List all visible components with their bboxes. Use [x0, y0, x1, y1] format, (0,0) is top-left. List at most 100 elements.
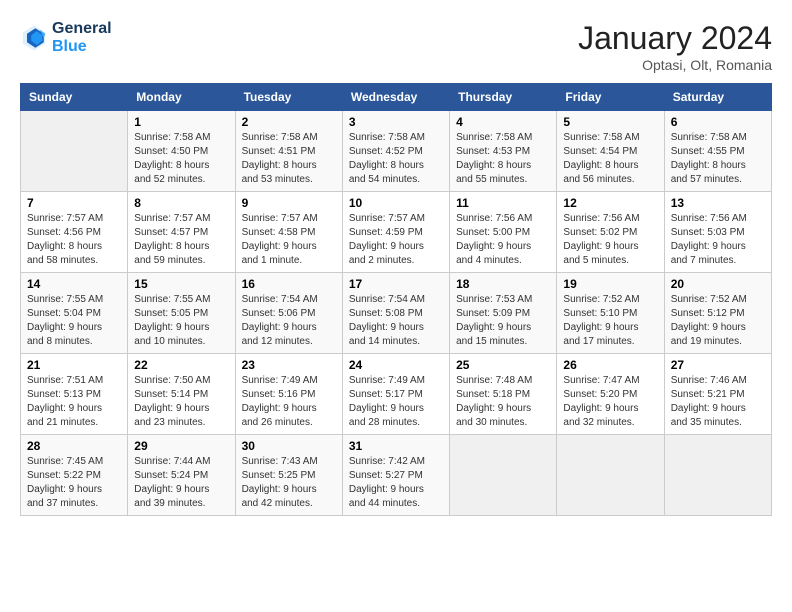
calendar-week-row: 28 Sunrise: 7:45 AM Sunset: 5:22 PM Dayl…	[21, 435, 772, 516]
daylight-text: Daylight: 9 hours and 28 minutes.	[349, 402, 443, 430]
sunrise-text: Sunrise: 7:58 AM	[671, 131, 765, 145]
sunrise-text: Sunrise: 7:58 AM	[456, 131, 550, 145]
daylight-text: Daylight: 9 hours and 32 minutes.	[563, 402, 657, 430]
logo: General Blue	[20, 20, 112, 56]
calendar-cell: 1 Sunrise: 7:58 AM Sunset: 4:50 PM Dayli…	[128, 111, 235, 192]
calendar-cell: 24 Sunrise: 7:49 AM Sunset: 5:17 PM Dayl…	[342, 354, 449, 435]
calendar-cell	[21, 111, 128, 192]
day-number: 16	[242, 277, 336, 291]
calendar-cell: 21 Sunrise: 7:51 AM Sunset: 5:13 PM Dayl…	[21, 354, 128, 435]
calendar-table: SundayMondayTuesdayWednesdayThursdayFrid…	[20, 83, 772, 516]
day-info: Sunrise: 7:58 AM Sunset: 4:53 PM Dayligh…	[456, 131, 550, 187]
sunrise-text: Sunrise: 7:58 AM	[349, 131, 443, 145]
sunset-text: Sunset: 5:18 PM	[456, 388, 550, 402]
day-number: 11	[456, 196, 550, 210]
sunset-text: Sunset: 5:03 PM	[671, 226, 765, 240]
sunset-text: Sunset: 4:58 PM	[242, 226, 336, 240]
sunset-text: Sunset: 5:06 PM	[242, 307, 336, 321]
calendar-cell: 13 Sunrise: 7:56 AM Sunset: 5:03 PM Dayl…	[664, 192, 771, 273]
sunset-text: Sunset: 5:24 PM	[134, 469, 228, 483]
calendar-week-row: 1 Sunrise: 7:58 AM Sunset: 4:50 PM Dayli…	[21, 111, 772, 192]
calendar-cell: 30 Sunrise: 7:43 AM Sunset: 5:25 PM Dayl…	[235, 435, 342, 516]
day-number: 13	[671, 196, 765, 210]
day-info: Sunrise: 7:56 AM Sunset: 5:00 PM Dayligh…	[456, 212, 550, 268]
calendar-cell: 14 Sunrise: 7:55 AM Sunset: 5:04 PM Dayl…	[21, 273, 128, 354]
sunset-text: Sunset: 5:04 PM	[27, 307, 121, 321]
logo-text: General Blue	[52, 20, 112, 56]
sunset-text: Sunset: 5:25 PM	[242, 469, 336, 483]
daylight-text: Daylight: 9 hours and 10 minutes.	[134, 321, 228, 349]
sunset-text: Sunset: 4:51 PM	[242, 145, 336, 159]
day-number: 7	[27, 196, 121, 210]
sunrise-text: Sunrise: 7:57 AM	[27, 212, 121, 226]
day-info: Sunrise: 7:57 AM Sunset: 4:59 PM Dayligh…	[349, 212, 443, 268]
sunrise-text: Sunrise: 7:58 AM	[242, 131, 336, 145]
sunset-text: Sunset: 5:09 PM	[456, 307, 550, 321]
sunset-text: Sunset: 4:55 PM	[671, 145, 765, 159]
sunrise-text: Sunrise: 7:49 AM	[349, 374, 443, 388]
sunset-text: Sunset: 5:08 PM	[349, 307, 443, 321]
sunset-text: Sunset: 5:10 PM	[563, 307, 657, 321]
calendar-cell: 25 Sunrise: 7:48 AM Sunset: 5:18 PM Dayl…	[450, 354, 557, 435]
sunset-text: Sunset: 5:13 PM	[27, 388, 121, 402]
calendar-cell	[557, 435, 664, 516]
daylight-text: Daylight: 9 hours and 14 minutes.	[349, 321, 443, 349]
day-number: 31	[349, 439, 443, 453]
day-number: 25	[456, 358, 550, 372]
calendar-cell: 9 Sunrise: 7:57 AM Sunset: 4:58 PM Dayli…	[235, 192, 342, 273]
sunset-text: Sunset: 5:22 PM	[27, 469, 121, 483]
sunrise-text: Sunrise: 7:52 AM	[563, 293, 657, 307]
day-info: Sunrise: 7:54 AM Sunset: 5:06 PM Dayligh…	[242, 293, 336, 349]
daylight-text: Daylight: 9 hours and 2 minutes.	[349, 240, 443, 268]
sunrise-text: Sunrise: 7:57 AM	[134, 212, 228, 226]
sunrise-text: Sunrise: 7:50 AM	[134, 374, 228, 388]
calendar-cell	[450, 435, 557, 516]
sunrise-text: Sunrise: 7:51 AM	[27, 374, 121, 388]
sunrise-text: Sunrise: 7:42 AM	[349, 455, 443, 469]
weekday-header: Tuesday	[235, 84, 342, 111]
daylight-text: Daylight: 8 hours and 52 minutes.	[134, 159, 228, 187]
calendar-cell: 19 Sunrise: 7:52 AM Sunset: 5:10 PM Dayl…	[557, 273, 664, 354]
calendar-cell: 28 Sunrise: 7:45 AM Sunset: 5:22 PM Dayl…	[21, 435, 128, 516]
sunset-text: Sunset: 5:27 PM	[349, 469, 443, 483]
sunrise-text: Sunrise: 7:57 AM	[242, 212, 336, 226]
sunset-text: Sunset: 5:02 PM	[563, 226, 657, 240]
weekday-header: Thursday	[450, 84, 557, 111]
sunrise-text: Sunrise: 7:44 AM	[134, 455, 228, 469]
day-number: 28	[27, 439, 121, 453]
day-number: 29	[134, 439, 228, 453]
day-info: Sunrise: 7:58 AM Sunset: 4:50 PM Dayligh…	[134, 131, 228, 187]
sunrise-text: Sunrise: 7:56 AM	[671, 212, 765, 226]
day-number: 17	[349, 277, 443, 291]
daylight-text: Daylight: 8 hours and 58 minutes.	[27, 240, 121, 268]
day-number: 1	[134, 115, 228, 129]
calendar-cell: 8 Sunrise: 7:57 AM Sunset: 4:57 PM Dayli…	[128, 192, 235, 273]
calendar-cell: 3 Sunrise: 7:58 AM Sunset: 4:52 PM Dayli…	[342, 111, 449, 192]
daylight-text: Daylight: 9 hours and 4 minutes.	[456, 240, 550, 268]
calendar-cell: 31 Sunrise: 7:42 AM Sunset: 5:27 PM Dayl…	[342, 435, 449, 516]
weekday-header: Wednesday	[342, 84, 449, 111]
day-info: Sunrise: 7:53 AM Sunset: 5:09 PM Dayligh…	[456, 293, 550, 349]
sunset-text: Sunset: 5:17 PM	[349, 388, 443, 402]
day-info: Sunrise: 7:45 AM Sunset: 5:22 PM Dayligh…	[27, 455, 121, 511]
day-info: Sunrise: 7:44 AM Sunset: 5:24 PM Dayligh…	[134, 455, 228, 511]
sunrise-text: Sunrise: 7:57 AM	[349, 212, 443, 226]
calendar-cell: 29 Sunrise: 7:44 AM Sunset: 5:24 PM Dayl…	[128, 435, 235, 516]
sunset-text: Sunset: 4:57 PM	[134, 226, 228, 240]
day-number: 5	[563, 115, 657, 129]
calendar-cell: 17 Sunrise: 7:54 AM Sunset: 5:08 PM Dayl…	[342, 273, 449, 354]
daylight-text: Daylight: 9 hours and 39 minutes.	[134, 483, 228, 511]
day-info: Sunrise: 7:57 AM Sunset: 4:58 PM Dayligh…	[242, 212, 336, 268]
daylight-text: Daylight: 9 hours and 21 minutes.	[27, 402, 121, 430]
day-number: 21	[27, 358, 121, 372]
daylight-text: Daylight: 9 hours and 26 minutes.	[242, 402, 336, 430]
weekday-header: Friday	[557, 84, 664, 111]
calendar-cell: 7 Sunrise: 7:57 AM Sunset: 4:56 PM Dayli…	[21, 192, 128, 273]
sunrise-text: Sunrise: 7:55 AM	[27, 293, 121, 307]
calendar-week-row: 7 Sunrise: 7:57 AM Sunset: 4:56 PM Dayli…	[21, 192, 772, 273]
sunset-text: Sunset: 4:56 PM	[27, 226, 121, 240]
page-header: General Blue January 2024 Optasi, Olt, R…	[20, 20, 772, 73]
sunrise-text: Sunrise: 7:49 AM	[242, 374, 336, 388]
header-row: SundayMondayTuesdayWednesdayThursdayFrid…	[21, 84, 772, 111]
day-number: 24	[349, 358, 443, 372]
